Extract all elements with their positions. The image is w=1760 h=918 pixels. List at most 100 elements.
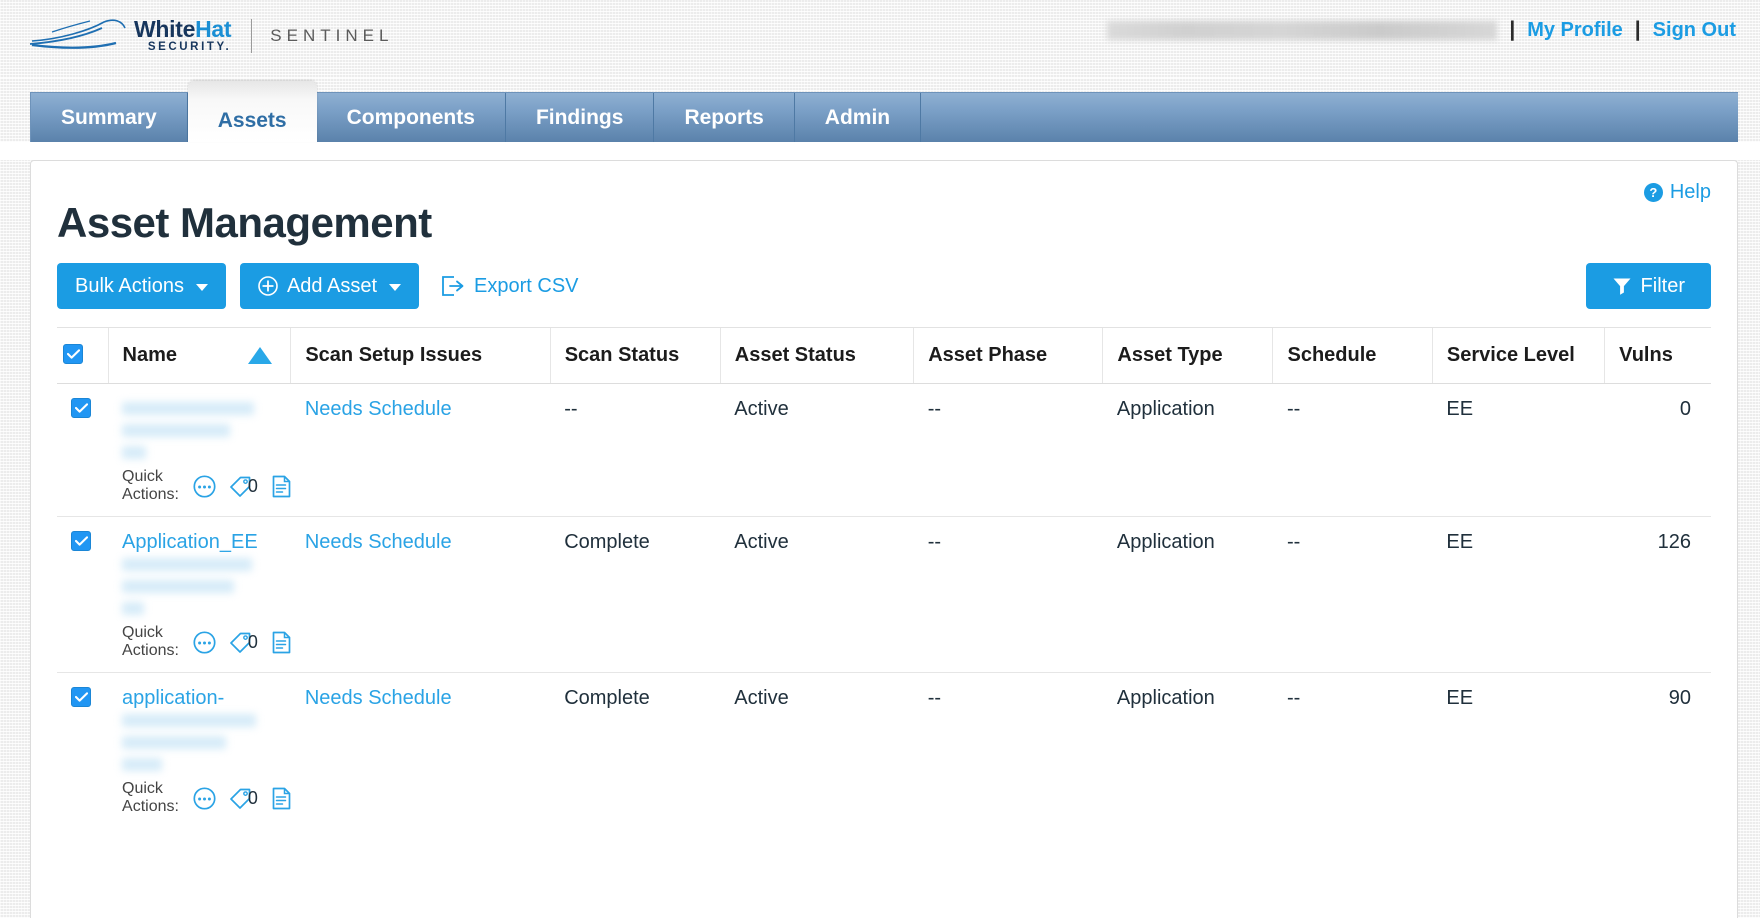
scan-setup-issues-link[interactable]: Needs Schedule: [305, 687, 452, 709]
more-actions-icon[interactable]: [193, 630, 216, 654]
scan-setup-issues-link[interactable]: Needs Schedule: [305, 398, 452, 420]
sign-out-link[interactable]: Sign Out: [1653, 19, 1736, 42]
row-vulns-cell[interactable]: 126: [1604, 516, 1711, 673]
row-asset-phase-cell: --: [927, 687, 942, 709]
column-header-service-level[interactable]: Service Level: [1431, 327, 1605, 384]
row-schedule-cell: --: [1286, 687, 1301, 709]
filter-button[interactable]: Filter: [1585, 263, 1711, 309]
more-actions-icon[interactable]: [193, 474, 216, 498]
row-checkbox[interactable]: [71, 398, 91, 418]
brand-logo[interactable]: WhiteHat SECURITY. SENTINEL: [30, 18, 393, 54]
tab-summary[interactable]: Summary: [30, 93, 188, 142]
tag-count: 0: [247, 475, 258, 496]
tab-underlay: [0, 142, 1760, 160]
my-profile-link[interactable]: My Profile: [1527, 19, 1623, 42]
row-vulns-cell[interactable]: 0: [1604, 383, 1711, 517]
tag-icon[interactable]: 0: [230, 788, 258, 809]
column-header-asset-type[interactable]: Asset Type: [1102, 327, 1273, 384]
row-scan-setup-issues-cell: Needs Schedule: [290, 516, 551, 673]
notes-document-icon[interactable]: [272, 475, 291, 498]
notes-document-icon[interactable]: [272, 631, 291, 654]
row-checkbox[interactable]: [71, 531, 91, 551]
row-select-cell: [57, 673, 108, 829]
table-row: Quick Actions: 0 Needs Schedule -- Activ…: [57, 383, 1711, 517]
scan-setup-issues-link[interactable]: Needs Schedule: [305, 531, 452, 553]
row-name-cell: application- Quick Actions: 0: [108, 673, 291, 829]
tag-icon[interactable]: 0: [230, 632, 258, 653]
assets-table-body: Quick Actions: 0 Needs Schedule -- Activ…: [57, 383, 1711, 829]
whitehat-swoosh-icon: [30, 19, 126, 49]
tab-components[interactable]: Components: [317, 93, 506, 142]
quick-actions-label: Quick Actions:: [122, 624, 179, 659]
quick-actions: Quick Actions: 0: [122, 468, 291, 516]
row-scan-status-cell: Complete: [550, 516, 721, 673]
add-asset-button[interactable]: Add Asset: [239, 263, 420, 309]
assets-table: Name Scan Setup Issues Scan Status Asset…: [57, 327, 1711, 828]
column-header-asset-phase[interactable]: Asset Phase: [913, 327, 1103, 384]
row-asset-type-cell: Application: [1116, 687, 1215, 709]
bulk-actions-button[interactable]: Bulk Actions: [57, 263, 226, 309]
column-header-name[interactable]: Name: [107, 327, 291, 384]
more-actions-icon[interactable]: [193, 786, 216, 810]
row-select-cell: [57, 383, 109, 517]
asset-name-link[interactable]: application-: [122, 687, 224, 709]
table-row: Application_EE Quick Actions: 0 Needs Sc…: [57, 516, 1711, 673]
product-name: SENTINEL: [270, 25, 394, 45]
notes-document-icon[interactable]: [272, 787, 291, 810]
quick-actions-label: Quick Actions:: [122, 468, 179, 503]
sort-ascending-icon[interactable]: [248, 347, 273, 364]
row-schedule-cell: --: [1272, 516, 1433, 673]
row-service-level-cell: EE: [1432, 383, 1605, 517]
column-header-asset-status[interactable]: Asset Status: [719, 327, 914, 384]
select-all-checkbox[interactable]: [63, 344, 83, 364]
toolbar: Bulk Actions Add Asset Export CSV Filter: [57, 263, 1711, 309]
asset-name-redacted: [122, 402, 291, 459]
brand-name-hat: Hat: [195, 16, 232, 42]
export-csv-link[interactable]: Export CSV: [441, 275, 579, 298]
header-user-area: | My Profile | Sign Out: [1107, 18, 1736, 42]
table-row: application- Quick Actions: 0 Needs Sche…: [57, 673, 1711, 829]
help-link[interactable]: ? Help: [1643, 181, 1711, 204]
column-header-scan-setup-issues[interactable]: Scan Setup Issues: [290, 327, 551, 384]
row-vulns-cell[interactable]: 90: [1605, 673, 1711, 829]
asset-name-link[interactable]: Application_EE: [122, 531, 258, 553]
funnel-icon: [1613, 278, 1631, 295]
brand-security-text: SECURITY.: [147, 41, 232, 53]
row-asset-type-cell: Application: [1102, 383, 1273, 517]
help-label: Help: [1669, 181, 1711, 203]
tab-assets[interactable]: Assets: [187, 81, 317, 142]
tab-list: Summary Assets Components Findings Repor…: [30, 81, 1738, 142]
row-scan-status-cell: Complete: [564, 687, 650, 709]
row-asset-status-cell: Active: [720, 516, 914, 673]
column-header-scan-status[interactable]: Scan Status: [549, 327, 721, 384]
quick-actions: Quick Actions: 0: [122, 624, 291, 672]
row-asset-type-cell: Application: [1102, 516, 1273, 673]
tag-icon[interactable]: 0: [230, 476, 258, 497]
row-checkbox[interactable]: [71, 687, 91, 707]
column-header-schedule[interactable]: Schedule: [1272, 327, 1433, 384]
column-header-vulns[interactable]: Vulns: [1604, 327, 1711, 384]
user-account-redacted: [1107, 20, 1498, 40]
column-header-name-label: Name: [122, 344, 177, 366]
assets-table-header: Name Scan Setup Issues Scan Status Asset…: [57, 327, 1711, 384]
page-title: Asset Management: [57, 199, 432, 246]
add-asset-label: Add Asset: [286, 274, 378, 297]
brand-name-white: White: [134, 16, 196, 42]
asset-name-redacted: [122, 558, 291, 615]
tab-findings[interactable]: Findings: [506, 93, 655, 142]
row-asset-phase-cell: --: [913, 383, 1103, 517]
tag-count: 0: [247, 631, 258, 652]
row-scan-setup-issues-cell: Needs Schedule: [291, 673, 550, 829]
row-service-level-cell: EE: [1446, 687, 1474, 709]
tab-admin[interactable]: Admin: [795, 93, 922, 142]
tag-count: 0: [247, 787, 258, 808]
row-service-level-cell: EE: [1432, 516, 1605, 673]
tab-reports[interactable]: Reports: [654, 93, 795, 142]
row-select-cell: [57, 516, 109, 673]
quick-actions-label: Quick Actions:: [122, 780, 179, 815]
asset-management-card: ? Help Asset Management Bulk Actions Add…: [30, 160, 1738, 918]
row-scan-status-cell: --: [550, 383, 721, 517]
row-asset-status-cell: Active: [734, 687, 789, 709]
brand-divider: [251, 18, 253, 53]
asset-name-redacted: [122, 714, 291, 771]
